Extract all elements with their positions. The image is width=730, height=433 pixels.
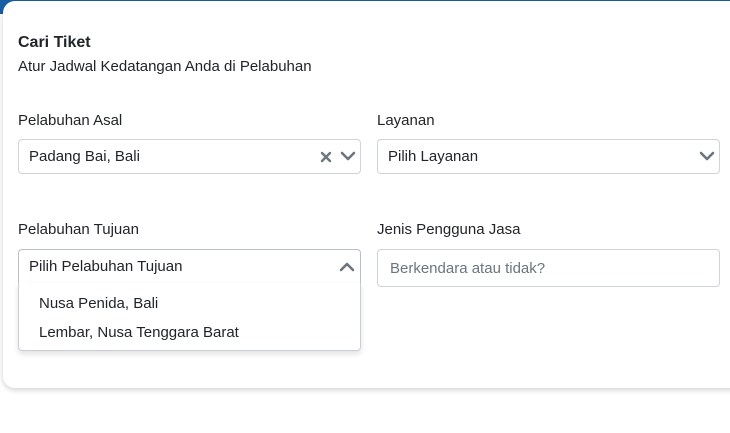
origin-port-select[interactable]: Padang Bai, Bali	[18, 139, 361, 174]
origin-port-label: Pelabuhan Asal	[18, 112, 123, 129]
destination-port-label: Pelabuhan Tujuan	[18, 221, 139, 238]
destination-option-nusa-penida[interactable]: Nusa Penida, Bali	[19, 289, 360, 318]
destination-port-value: Pilih Pelabuhan Tujuan	[29, 258, 183, 275]
service-value: Pilih Layanan	[388, 148, 479, 165]
page-title: Cari Tiket	[18, 34, 91, 51]
destination-port-dropdown: Nusa Penida, Bali Lembar, Nusa Tenggara …	[18, 283, 361, 351]
user-type-label: Jenis Pengguna Jasa	[377, 221, 521, 238]
user-type-input[interactable]	[377, 249, 720, 287]
page-subtitle: Atur Jadwal Kedatangan Anda di Pelabuhan	[18, 58, 312, 75]
chevron-up-icon[interactable]	[338, 259, 356, 275]
service-select[interactable]: Pilih Layanan	[377, 139, 720, 174]
chevron-down-icon[interactable]	[339, 148, 357, 164]
origin-port-value: Padang Bai, Bali	[29, 148, 140, 165]
chevron-down-icon[interactable]	[698, 148, 716, 164]
destination-option-lembar[interactable]: Lembar, Nusa Tenggara Barat	[19, 318, 360, 347]
close-icon[interactable]	[319, 150, 333, 164]
destination-port-select[interactable]: Pilih Pelabuhan Tujuan	[18, 249, 361, 284]
service-label: Layanan	[377, 112, 435, 129]
